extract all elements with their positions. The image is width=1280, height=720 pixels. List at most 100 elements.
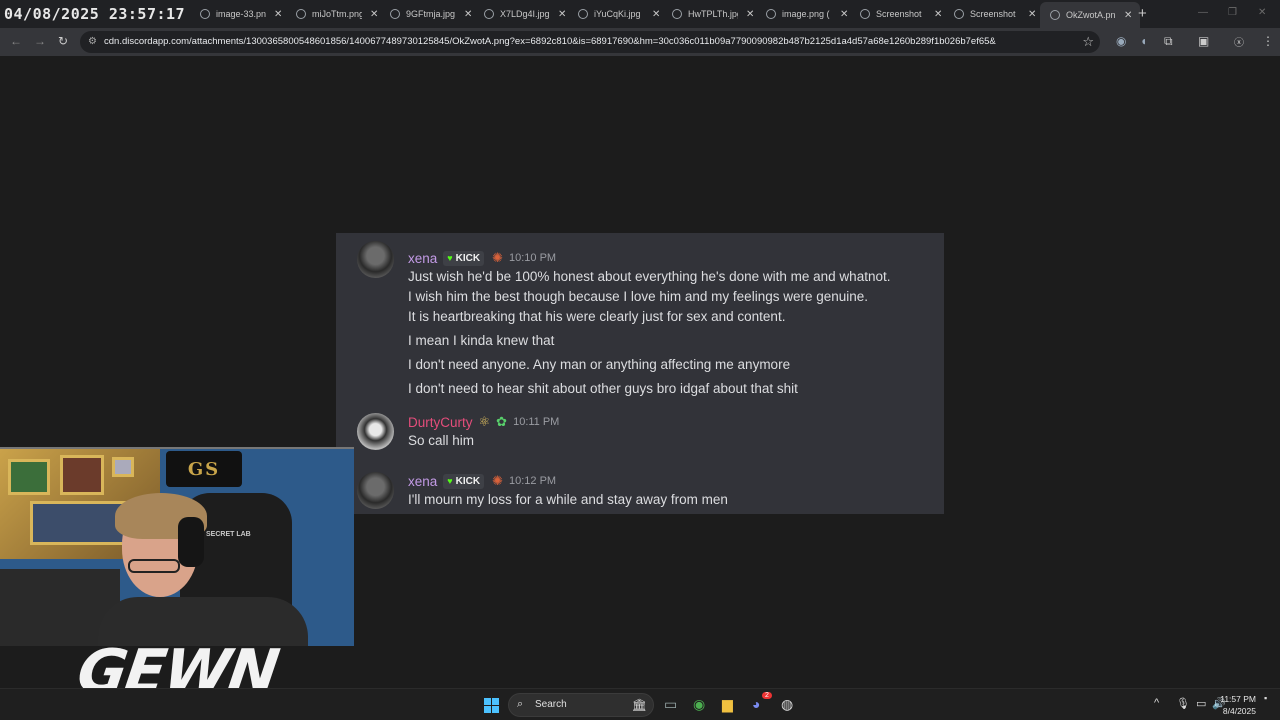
browser-tab[interactable]: image-33.pn ✕ — [200, 4, 282, 24]
message-line: I mean I kinda knew that — [408, 333, 555, 348]
close-tab-icon[interactable]: ✕ — [1028, 9, 1036, 20]
search-label: Search — [535, 699, 567, 710]
read-aloud-icon[interactable]: ◖ — [1140, 34, 1147, 48]
globe-icon — [672, 9, 682, 19]
browser-tab[interactable]: HwTPLTh.jpg ✕ — [672, 4, 754, 24]
browser-tab-active[interactable]: OkZwotA.pn ✕ — [1040, 2, 1141, 28]
close-tab-icon[interactable]: ✕ — [1124, 10, 1132, 21]
maximize-icon[interactable]: ❐ — [1228, 7, 1237, 18]
globe-icon — [390, 9, 400, 19]
picture-frame — [8, 459, 50, 495]
message-line: It is heartbreaking that his were clearl… — [408, 309, 786, 324]
back-icon[interactable]: ← — [10, 34, 22, 48]
star-badge-icon: ✺ — [492, 250, 503, 265]
tab-title: X7LDg4I.jpg — [500, 9, 550, 19]
message-line: So call him — [408, 433, 475, 448]
chair-brand: SECRET LAB — [206, 531, 251, 538]
gs-logo: GS — [166, 451, 242, 487]
browser-tab[interactable]: Screenshot ✕ — [860, 4, 942, 24]
username: xena — [408, 473, 438, 489]
app-icon[interactable]: ◍ — [781, 696, 793, 713]
site-info-icon[interactable]: ⚙ — [88, 36, 97, 47]
tab-title: image-33.pn — [216, 9, 266, 19]
address-bar[interactable]: ⚙ cdn.discordapp.com/attachments/1300365… — [80, 31, 1100, 53]
timestamp: 10:10 PM — [508, 252, 557, 264]
stream-datetime-overlay: 04/08/2025 23:57:17 — [4, 5, 186, 23]
browser-tab[interactable]: X7LDg4I.jpg ✕ — [484, 4, 566, 24]
browser-tab[interactable]: Screenshot ✕ — [954, 4, 1036, 24]
flower-badge-icon: ✿ — [496, 414, 508, 429]
avatar — [357, 241, 394, 278]
search-icon: ⌕ — [517, 698, 524, 710]
close-tab-icon[interactable]: ✕ — [558, 9, 566, 20]
globe-icon — [1050, 10, 1060, 20]
globe-icon — [860, 9, 870, 19]
network-icon[interactable]: ▭ — [1196, 697, 1206, 710]
avatar — [357, 472, 394, 509]
chrome-icon[interactable]: ◉ — [693, 696, 705, 713]
close-window-icon[interactable]: ✕ — [1258, 7, 1266, 18]
close-tab-icon[interactable]: ✕ — [934, 9, 942, 20]
bookmark-star-icon[interactable]: ☆ — [1082, 34, 1094, 50]
windows-start-icon[interactable] — [484, 698, 499, 713]
side-panel-icon[interactable]: ▣ — [1198, 34, 1209, 48]
tray-chevron-icon[interactable]: ^ — [1154, 697, 1159, 709]
tab-title: HwTPLTh.jpg — [688, 9, 738, 19]
globe-icon — [578, 9, 588, 19]
close-tab-icon[interactable]: ✕ — [840, 9, 848, 20]
discord-notification-badge: 2 — [762, 692, 772, 699]
profile-avatar[interactable]: ⓧ — [1234, 34, 1244, 49]
close-tab-icon[interactable]: ✕ — [370, 9, 378, 20]
message-line: Just wish he'd be 100% honest about ever… — [408, 269, 891, 284]
tab-title: OkZwotA.pn — [1066, 10, 1116, 20]
task-view-icon[interactable]: ▭ — [664, 696, 677, 713]
avatar — [357, 413, 394, 450]
extensions-puzzle-icon[interactable]: ⧉ — [1164, 34, 1173, 49]
atom-badge-icon: ⚛ — [478, 414, 491, 429]
extension-icon[interactable]: ◉ — [1116, 34, 1126, 48]
browser-tab[interactable]: miJoTtm.png ✕ — [296, 4, 378, 24]
file-explorer-icon[interactable]: ▆ — [722, 696, 733, 713]
browser-tab[interactable]: iYuCqKi.jpg ✕ — [578, 4, 660, 24]
timestamp: 10:12 PM — [508, 475, 557, 487]
menu-icon[interactable]: ⋮ — [1262, 34, 1274, 48]
browser-tab[interactable]: image.png ( ✕ — [766, 4, 848, 24]
webcam-feed: GS SECRET LAB — [0, 447, 354, 646]
taskbar-clock[interactable]: 11:57 PM 8/4/2025 — [1220, 693, 1256, 717]
discord-icon[interactable]: ◕ — [752, 696, 760, 712]
globe-icon — [484, 9, 494, 19]
taskbar-search[interactable]: ⌕ Search 🏛 — [508, 693, 654, 717]
globe-icon — [200, 9, 210, 19]
url-text[interactable]: cdn.discordapp.com/attachments/130036580… — [104, 36, 996, 47]
message-header: xena ♥ KICK ✺ 10:12 PM — [408, 472, 556, 490]
close-tab-icon[interactable]: ✕ — [464, 9, 472, 20]
new-tab-button[interactable]: + — [1138, 5, 1147, 22]
clock-date: 8/4/2025 — [1222, 706, 1256, 716]
notifications-icon[interactable]: ▪ — [1264, 693, 1267, 703]
address-toolbar: ← → ↻ ⚙ cdn.discordapp.com/attachments/1… — [0, 28, 1280, 56]
discord-chat-image: xena ♥ KICK ✺ 10:10 PM Just wish he'd be … — [336, 233, 944, 514]
picture-frame — [112, 457, 134, 477]
tab-title: Screenshot — [970, 9, 1016, 19]
timestamp: 10:11 PM — [513, 416, 560, 428]
close-tab-icon[interactable]: ✕ — [746, 9, 754, 20]
message-line: I wish him the best though because I lov… — [408, 289, 869, 304]
reload-icon[interactable]: ↻ — [58, 34, 68, 48]
kick-badge: ♥ KICK — [443, 250, 485, 266]
star-badge-icon: ✺ — [492, 473, 503, 488]
clock-time: 11:57 PM — [1220, 694, 1256, 704]
glasses — [128, 559, 180, 573]
message-header: xena ♥ KICK ✺ 10:10 PM — [408, 249, 556, 267]
tab-title: miJoTtm.png — [312, 9, 362, 19]
tab-title: Screenshot — [876, 9, 922, 19]
heart-icon: ♥ — [447, 253, 453, 263]
close-tab-icon[interactable]: ✕ — [652, 9, 660, 20]
message-header: DurtyCurty ⚛ ✿ 10:11 PM — [408, 413, 559, 431]
message-line: I don't need anyone. Any man or anything… — [408, 357, 791, 372]
taskbar: ⌕ Search 🏛 ▭ ◉ ▆ ◕ 2 ◍ ^ 🎙 ▭ 🔊 11:57 PM … — [0, 688, 1280, 720]
minimize-icon[interactable]: — — [1198, 7, 1208, 18]
browser-tab[interactable]: 9GFtmja.jpg ✕ — [390, 4, 472, 24]
forward-icon[interactable]: → — [34, 34, 46, 48]
microphone-icon[interactable]: 🎙 — [1176, 697, 1190, 710]
close-tab-icon[interactable]: ✕ — [274, 9, 282, 20]
